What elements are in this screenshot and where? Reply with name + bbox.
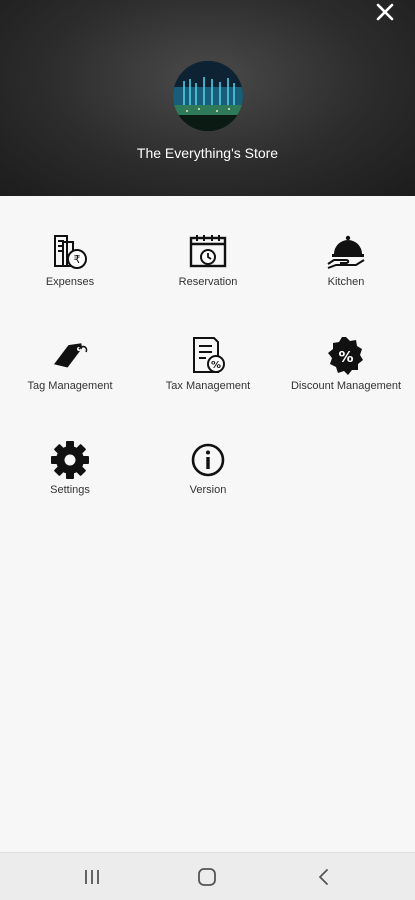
gear-icon (50, 440, 90, 480)
expenses-icon: ₹ (50, 232, 90, 272)
cloche-icon (326, 232, 366, 272)
close-button[interactable] (373, 0, 397, 24)
menu-item-label: Reservation (178, 276, 238, 288)
menu-item-label: Kitchen (327, 276, 365, 288)
svg-text:₹: ₹ (74, 253, 81, 266)
menu-item-label: Tag Management (27, 380, 113, 392)
drawer-header: The Everything's Store (0, 0, 415, 196)
system-navigation-bar (0, 852, 415, 900)
close-icon (376, 3, 394, 21)
menu-item-tag-management[interactable]: Tag Management (1, 336, 139, 392)
tax-document-icon: % (188, 336, 228, 376)
menu-item-reservation[interactable]: Reservation (139, 232, 277, 288)
recent-apps-icon (85, 870, 99, 884)
recent-apps-button[interactable] (80, 865, 104, 889)
tag-icon (50, 336, 90, 376)
menu-item-version[interactable]: Version (139, 440, 277, 496)
menu-item-label: Version (189, 484, 227, 496)
menu-item-kitchen[interactable]: Kitchen (277, 232, 415, 288)
menu-item-discount-management[interactable]: % Discount Management (277, 336, 415, 392)
store-avatar (173, 61, 243, 131)
menu-item-settings[interactable]: Settings (1, 440, 139, 496)
info-icon (188, 440, 228, 480)
store-name: The Everything's Store (136, 145, 279, 161)
back-button[interactable] (312, 865, 336, 889)
home-button[interactable] (195, 865, 219, 889)
calendar-clock-icon (188, 232, 228, 272)
menu-item-label: Tax Management (165, 380, 251, 392)
menu-item-tax-management[interactable]: % Tax Management (139, 336, 277, 392)
home-icon (198, 868, 216, 886)
menu-item-label: Settings (50, 484, 90, 496)
discount-badge-icon: % (326, 336, 366, 376)
back-icon (319, 869, 328, 885)
menu-item-label: Discount Management (290, 380, 402, 392)
menu-item-label: Expenses (45, 276, 95, 288)
menu-item-expenses[interactable]: ₹ Expenses (1, 232, 139, 288)
svg-text:%: % (338, 348, 353, 366)
svg-text:%: % (211, 360, 221, 371)
